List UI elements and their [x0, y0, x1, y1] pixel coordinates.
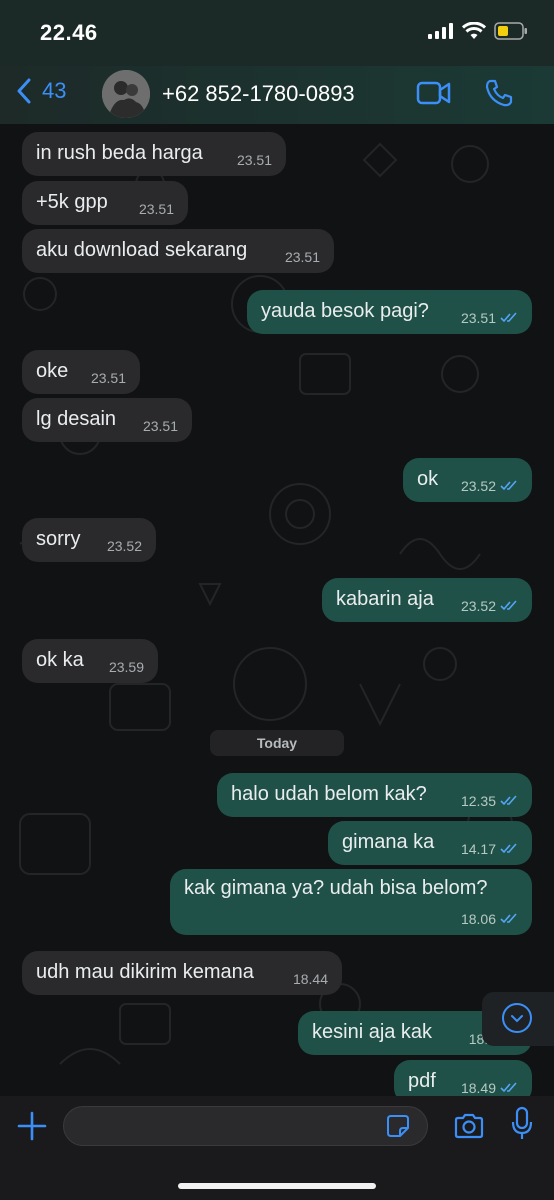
message-time: 23.51	[284, 249, 320, 265]
back-button[interactable]: 43	[16, 78, 66, 104]
message-text: kabarin aja	[336, 588, 434, 610]
message-time: 18.06	[460, 911, 496, 927]
camera-icon[interactable]	[453, 1112, 485, 1140]
message-text: oke	[36, 360, 69, 382]
message-text: lg desain	[36, 408, 117, 430]
message-text: udh mau dikirim kemana	[36, 961, 254, 983]
back-chevron-icon	[17, 78, 31, 104]
message-time: 23.51	[138, 201, 174, 217]
video-call-icon[interactable]	[416, 80, 452, 106]
message-text: kak gimana ya? udah bisa belom?	[184, 877, 488, 899]
message-text: ok	[417, 468, 439, 490]
message-time: 14.17	[460, 841, 496, 857]
message-bubble-outgoing[interactable]: halo udah belom kak? 12.35	[217, 773, 532, 817]
message-text: kesini aja kak	[312, 1021, 433, 1043]
chat-header: 43 +62 852-1780-0893	[0, 66, 554, 124]
message-time: 23.51	[236, 152, 272, 168]
message-bubble-outgoing[interactable]: ok 23.52	[403, 458, 532, 502]
message-time: 23.52	[460, 478, 496, 494]
message-time: 18.49	[460, 1080, 496, 1096]
message-bubble-incoming[interactable]: ok ka 23.59	[22, 639, 158, 683]
message-text: +5k gpp	[36, 191, 108, 213]
read-receipt-icon	[500, 600, 517, 611]
read-receipt-icon	[500, 480, 517, 491]
message-bubble-incoming[interactable]: lg desain 23.51	[22, 398, 192, 442]
message-text: in rush beda harga	[36, 142, 203, 164]
message-text: gimana ka	[342, 831, 435, 853]
message-time: 23.51	[142, 418, 178, 434]
message-bubble-outgoing[interactable]: gimana ka 14.17	[328, 821, 532, 865]
status-bar: 22.46	[0, 0, 554, 66]
message-bubble-incoming[interactable]: udh mau dikirim kemana 18.44	[22, 951, 342, 995]
sticker-icon[interactable]	[386, 1114, 410, 1138]
message-text: pdf	[408, 1070, 436, 1092]
status-time: 22.46	[40, 20, 98, 45]
mic-icon[interactable]	[510, 1106, 534, 1142]
avatar-photo-icon	[102, 70, 150, 118]
contact-avatar[interactable]	[102, 70, 150, 118]
phone-icon[interactable]	[484, 78, 514, 108]
message-bubble-outgoing[interactable]: kak gimana ya? udah bisa belom? 18.06	[170, 869, 532, 935]
date-separator: Today	[210, 730, 344, 756]
read-receipt-icon	[500, 795, 517, 806]
wifi-icon	[462, 22, 486, 39]
message-time: 23.59	[108, 659, 144, 675]
scroll-to-bottom-button[interactable]	[482, 992, 554, 1046]
read-receipt-icon	[500, 913, 517, 924]
message-bubble-incoming[interactable]: aku download sekarang 23.51	[22, 229, 334, 273]
message-text: ok ka	[36, 649, 84, 671]
unread-count: 43	[42, 78, 67, 103]
signal-icon	[428, 23, 453, 39]
message-time: 23.51	[460, 310, 496, 326]
message-text: sorry	[36, 528, 81, 550]
message-bubble-incoming[interactable]: in rush beda harga 23.51	[22, 132, 286, 176]
message-text: halo udah belom kak?	[231, 783, 427, 805]
message-time: 23.52	[460, 598, 496, 614]
message-bubble-outgoing[interactable]: yauda besok pagi? 23.51	[247, 290, 532, 334]
message-input[interactable]	[63, 1106, 428, 1146]
message-time: 12.35	[460, 793, 496, 809]
status-icons	[428, 22, 528, 40]
scroll-down-icon	[502, 1003, 532, 1033]
message-text: aku download sekarang	[36, 239, 248, 261]
read-receipt-icon	[500, 312, 517, 323]
read-receipt-icon	[500, 843, 517, 854]
message-time: 18.44	[292, 971, 328, 987]
message-bubble-incoming[interactable]: sorry 23.52	[22, 518, 156, 562]
message-bubble-outgoing[interactable]: kabarin aja 23.52	[322, 578, 532, 622]
battery-icon	[494, 22, 527, 40]
contact-name[interactable]: +62 852-1780-0893	[162, 81, 355, 107]
message-time: 23.52	[106, 538, 142, 554]
message-bubble-incoming[interactable]: +5k gpp 23.51	[22, 181, 188, 225]
message-bubble-incoming[interactable]: oke 23.51	[22, 350, 140, 394]
message-time: 23.51	[90, 370, 126, 386]
message-text: yauda besok pagi?	[261, 300, 429, 322]
plus-icon[interactable]	[16, 1110, 48, 1142]
home-indicator	[178, 1183, 376, 1189]
read-receipt-icon	[500, 1082, 517, 1093]
